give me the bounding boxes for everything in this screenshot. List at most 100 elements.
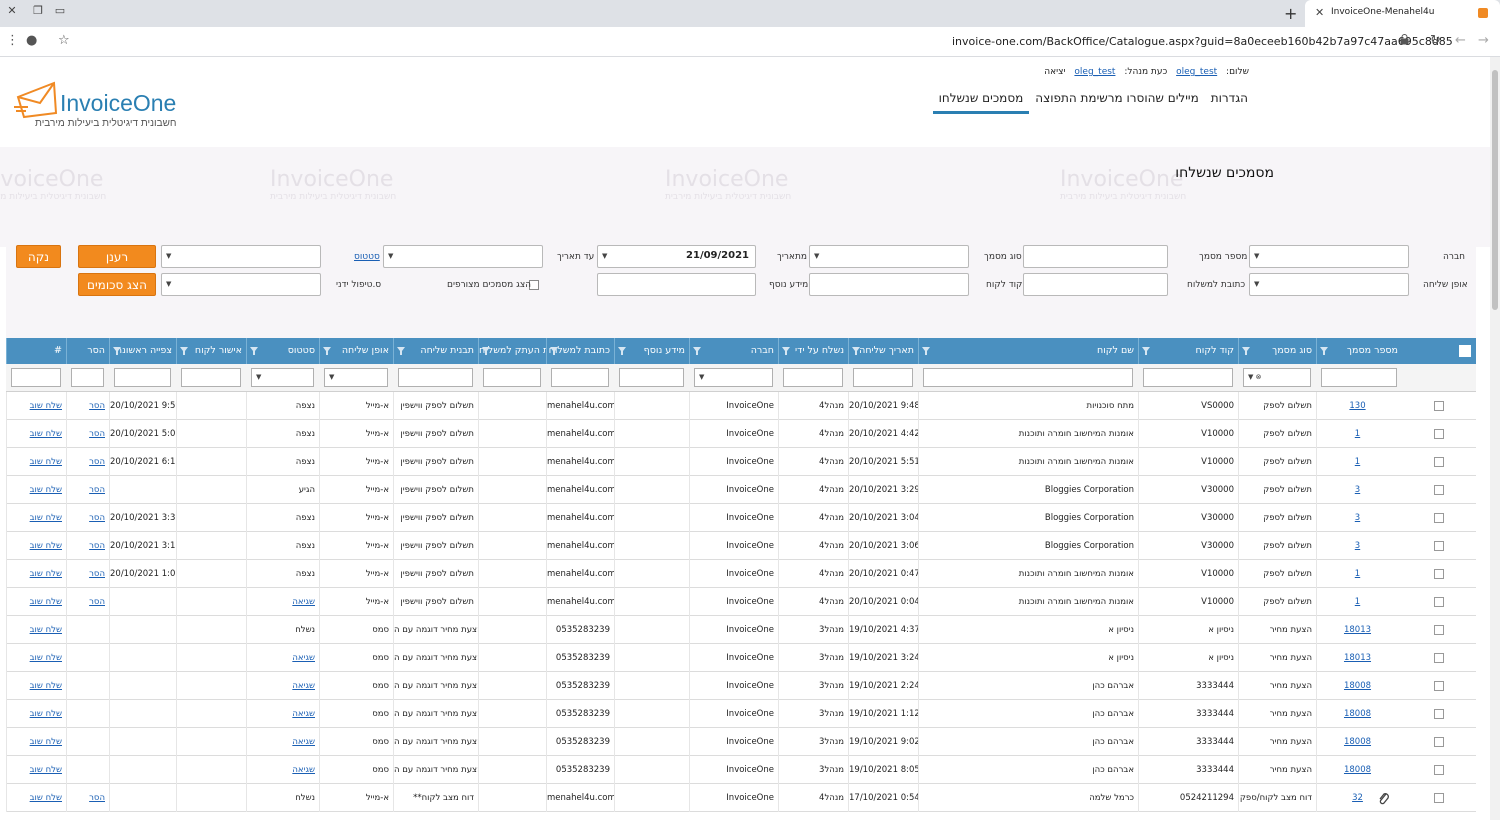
cell-status-text[interactable]: שגיאה: [292, 737, 315, 747]
filter-icon[interactable]: [693, 338, 701, 364]
cell-remove[interactable]: הסר: [66, 476, 109, 504]
cell-remove[interactable]: הסר: [66, 560, 109, 588]
column-filter-input[interactable]: [783, 368, 843, 387]
column-filter-input[interactable]: [853, 368, 913, 387]
table-row[interactable]: 18008 הצעת מחיר 3333444 אברהם כהן 19/10/2021…: [6, 672, 1476, 700]
cell-remove[interactable]: [66, 728, 109, 756]
cell-num[interactable]: 3: [1316, 532, 1402, 560]
cell-remove[interactable]: הסר: [66, 420, 109, 448]
table-row[interactable]: 3 תשלום לספק V30000 Bloggies Corporation 20/…: [6, 532, 1476, 560]
cell-num-text[interactable]: 18008: [1344, 765, 1371, 775]
cell-resend[interactable]: שלח שוב: [6, 588, 66, 616]
column-filter-input[interactable]: [71, 368, 104, 387]
cell-resend[interactable]: שלח שוב: [6, 644, 66, 672]
cell-resend-text[interactable]: שלח שוב: [30, 793, 62, 803]
cell-status[interactable]: שגיאה: [246, 728, 319, 756]
row-checkbox[interactable]: [1434, 765, 1444, 775]
cell-status-text[interactable]: שגיאה: [292, 681, 315, 691]
cell-remove[interactable]: הסר: [66, 448, 109, 476]
clear-filter-icon[interactable]: ▼ ⊗: [1248, 373, 1261, 381]
cell-num-text[interactable]: 1: [1355, 569, 1360, 579]
row-checkbox[interactable]: [1434, 457, 1444, 467]
table-row[interactable]: 18013 הצעת מחיר ניסיון א ניסיון א 19/10/2021…: [6, 616, 1476, 644]
cell-num-text[interactable]: 18008: [1344, 709, 1371, 719]
cell-status-text[interactable]: שגיאה: [292, 597, 315, 607]
cell-num-text[interactable]: 3: [1355, 485, 1360, 495]
filter-icon[interactable]: [482, 338, 490, 364]
cell-resend-text[interactable]: שלח שוב: [30, 653, 62, 663]
column-header[interactable]: #: [6, 338, 66, 364]
cell-remove[interactable]: הסר: [66, 588, 109, 616]
cell-resend-text[interactable]: שלח שוב: [30, 401, 62, 411]
cell-remove[interactable]: הסר: [66, 392, 109, 420]
cell-remove[interactable]: הסר: [66, 504, 109, 532]
cell-remove[interactable]: [66, 644, 109, 672]
cell-num-text[interactable]: 1: [1355, 597, 1360, 607]
cell-remove[interactable]: [66, 700, 109, 728]
column-filter-input[interactable]: ▼: [694, 368, 773, 387]
cell-resend[interactable]: שלח שוב: [6, 784, 66, 812]
cell-resend[interactable]: שלח שוב: [6, 420, 66, 448]
cell-resend[interactable]: שלח שוב: [6, 700, 66, 728]
back-icon[interactable]: ←: [1455, 33, 1466, 48]
menu-dots-icon[interactable]: ⋮: [6, 33, 19, 48]
cell-num[interactable]: 18008: [1316, 700, 1402, 728]
cell-num-text[interactable]: 18008: [1344, 737, 1371, 747]
cell-status[interactable]: שגיאה: [246, 672, 319, 700]
cell-resend[interactable]: שלח שוב: [6, 504, 66, 532]
filter-icon[interactable]: [180, 338, 188, 364]
select-all-checkbox[interactable]: [1459, 345, 1471, 357]
cell-resend[interactable]: שלח שוב: [6, 392, 66, 420]
filter-icon[interactable]: [1320, 338, 1328, 364]
cell-num[interactable]: 1: [1316, 448, 1402, 476]
cell-resend[interactable]: שלח שוב: [6, 616, 66, 644]
row-checkbox[interactable]: [1434, 793, 1444, 803]
logout-link[interactable]: יציאה: [1044, 67, 1065, 77]
close-window-icon[interactable]: ✕: [4, 4, 20, 18]
column-header[interactable]: קוד לקוח: [1138, 338, 1238, 364]
refresh-button[interactable]: רענן: [78, 245, 156, 268]
column-filter-input[interactable]: [1321, 368, 1397, 387]
column-header[interactable]: הסר: [66, 338, 109, 364]
table-row[interactable]: 3 תשלום לספק V30000 Bloggies Corporation 20/…: [6, 504, 1476, 532]
cell-resend-text[interactable]: שלח שוב: [30, 513, 62, 523]
table-row[interactable]: 3 תשלום לספק V30000 Bloggies Corporation 20/…: [6, 476, 1476, 504]
profile-icon[interactable]: ●: [26, 33, 37, 48]
cell-status[interactable]: שגיאה: [246, 644, 319, 672]
cell-remove[interactable]: הסר: [66, 784, 109, 812]
cell-num[interactable]: 1: [1316, 588, 1402, 616]
cell-remove-text[interactable]: הסר: [89, 541, 105, 551]
cell-num[interactable]: 18013: [1316, 644, 1402, 672]
cell-resend[interactable]: שלח שוב: [6, 448, 66, 476]
cell-resend-text[interactable]: שלח שוב: [30, 485, 62, 495]
row-checkbox[interactable]: [1434, 625, 1444, 635]
cell-remove-text[interactable]: הסר: [89, 457, 105, 467]
table-row[interactable]: 1 תשלום לספק V10000 אומנות המיחשוב חומרה ות…: [6, 448, 1476, 476]
column-header[interactable]: חברה: [689, 338, 778, 364]
column-filter-input[interactable]: [114, 368, 171, 387]
browser-tab[interactable]: ✕ InvoiceOne-Menahel4u: [1305, 0, 1500, 27]
cell-resend-text[interactable]: שלח שוב: [30, 569, 62, 579]
cell-remove[interactable]: [66, 756, 109, 784]
reload-icon[interactable]: ↻: [1430, 33, 1441, 48]
star-icon[interactable]: ☆: [58, 33, 70, 48]
cell-resend[interactable]: שלח שוב: [6, 728, 66, 756]
column-filter-input[interactable]: ▼: [324, 368, 388, 387]
cell-status[interactable]: שגיאה: [246, 700, 319, 728]
manager-name-link[interactable]: oleg_test: [1074, 67, 1115, 77]
cell-status[interactable]: שגיאה: [246, 588, 319, 616]
filter-icon[interactable]: [922, 338, 930, 364]
cell-num[interactable]: 18008: [1316, 672, 1402, 700]
clear-button[interactable]: נקה: [16, 245, 61, 268]
row-checkbox[interactable]: [1434, 429, 1444, 439]
cell-remove-text[interactable]: הסר: [89, 485, 105, 495]
show-totals-button[interactable]: הצג סכומים: [78, 273, 156, 296]
cell-resend-text[interactable]: שלח שוב: [30, 429, 62, 439]
table-row[interactable]: 18008 הצעת מחיר 3333444 אברהם כהן 19/10/2021…: [6, 756, 1476, 784]
cell-remove-text[interactable]: הסר: [89, 569, 105, 579]
cell-status-text[interactable]: שגיאה: [292, 765, 315, 775]
table-row[interactable]: 32 דוח מצב לקוח/ספק 0524211294 כרמל שלמה 17/…: [6, 784, 1476, 812]
new-tab-icon[interactable]: +: [1284, 4, 1297, 23]
cell-resend[interactable]: שלח שוב: [6, 560, 66, 588]
cell-num[interactable]: 130: [1316, 392, 1402, 420]
